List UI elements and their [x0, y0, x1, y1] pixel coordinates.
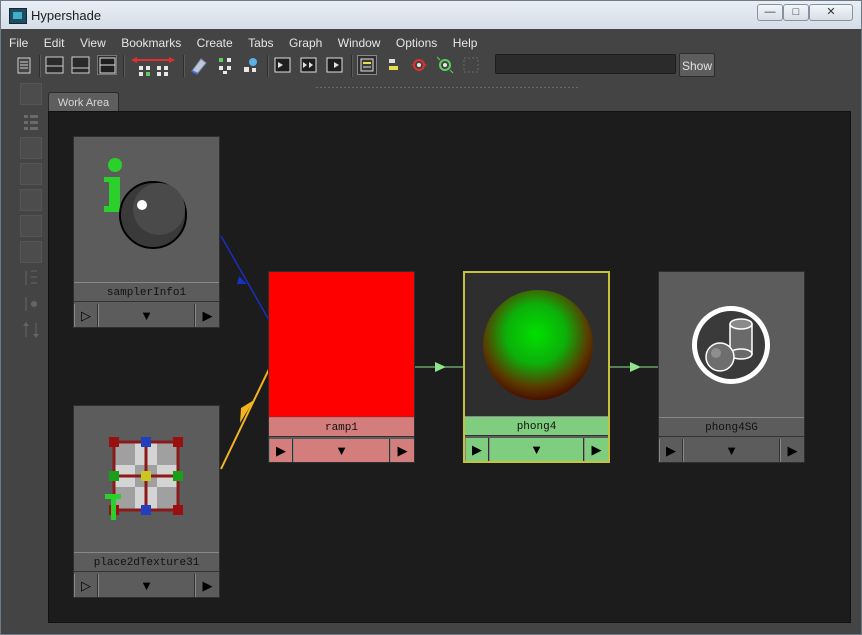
connection-samplerinfo-ramp	[220, 235, 270, 321]
ramp-swatch	[269, 272, 414, 417]
maya-app-icon	[9, 8, 27, 24]
input-port[interactable]: ▷	[74, 304, 98, 327]
sort-by-type-icon[interactable]	[20, 267, 42, 289]
menu-create[interactable]: Create	[197, 36, 233, 50]
menu-file[interactable]: File	[9, 36, 28, 50]
menu-window[interactable]: Window	[338, 36, 381, 50]
node-label: samplerInfo1	[74, 282, 219, 302]
place2d-texture-icon	[74, 406, 219, 552]
menu-graph[interactable]: Graph	[289, 36, 322, 50]
node-ports: ▷ ▼ ▶	[74, 574, 219, 597]
maximize-button[interactable]: □	[783, 4, 809, 21]
graph-input-output-icon[interactable]	[129, 55, 177, 76]
connection-place2d-ramp	[220, 366, 271, 470]
shading-group-icon	[659, 272, 804, 417]
frame-all-icon[interactable]	[435, 55, 455, 75]
search-input[interactable]	[495, 54, 676, 74]
node-ports: ▶ ▼ ▶	[465, 438, 608, 461]
input-output-connections-icon[interactable]	[299, 55, 319, 75]
node-samplerinfo1[interactable]: samplerInfo1 ▷ ▼ ▶	[73, 136, 220, 328]
add-selected-icon[interactable]	[241, 55, 261, 75]
graph-materials-icon[interactable]	[461, 55, 481, 75]
title-bar: Hypershade — □ ✕	[1, 1, 861, 29]
input-port[interactable]: ▷	[74, 574, 98, 597]
expand-attributes-button[interactable]: ▼	[683, 439, 780, 462]
node-ports: ▶ ▼ ▶	[269, 439, 414, 462]
swatch-large-icon[interactable]	[20, 189, 42, 211]
tab-work-area[interactable]: Work Area	[48, 92, 119, 112]
node-phong4[interactable]: phong4 ▶ ▼ ▶	[463, 271, 610, 463]
collapse-node-icon[interactable]	[383, 55, 403, 75]
output-connections-icon[interactable]	[325, 55, 345, 75]
node-label: phong4	[465, 416, 608, 436]
toggle-panel-icon[interactable]	[15, 55, 35, 75]
expand-attributes-button[interactable]: ▼	[293, 439, 390, 462]
sampler-info-icon	[74, 137, 219, 282]
input-port[interactable]: ▶	[465, 438, 489, 461]
menu-tabs[interactable]: Tabs	[248, 36, 273, 50]
swatch-medium-icon[interactable]	[20, 163, 42, 185]
node-phong4sg[interactable]: phong4SG ▶ ▼ ▶	[658, 271, 805, 463]
node-label: place2dTexture31	[74, 552, 219, 572]
node-place2dtexture31[interactable]: place2dTexture31 ▷ ▼ ▶	[73, 405, 220, 598]
clear-graph-icon[interactable]	[189, 55, 209, 75]
sort-by-name-icon[interactable]	[20, 241, 42, 263]
show-attributes-icon[interactable]	[357, 55, 377, 75]
output-port[interactable]: ▶	[195, 574, 219, 597]
connection-arrow-green-2	[630, 362, 641, 372]
input-port[interactable]: ▶	[269, 439, 293, 462]
minimize-button[interactable]: —	[757, 4, 783, 21]
swatch-xlarge-icon[interactable]	[20, 215, 42, 237]
node-label: phong4SG	[659, 417, 804, 437]
node-ramp1[interactable]: ramp1 ▶ ▼ ▶	[268, 271, 415, 463]
menu-view[interactable]: View	[80, 36, 106, 50]
rearrange-graph-icon[interactable]	[215, 55, 235, 75]
list-view-icon[interactable]	[20, 111, 42, 133]
menu-bar: File Edit View Bookmarks Create Tabs Gra…	[9, 34, 488, 52]
output-port[interactable]: ▶	[195, 304, 219, 327]
connection-arrow-green-1	[435, 362, 446, 372]
swatch-small-icon[interactable]	[20, 137, 42, 159]
output-port[interactable]: ▶	[584, 438, 608, 461]
node-label: ramp1	[269, 417, 414, 437]
graph-nodes-icon[interactable]	[20, 83, 42, 105]
expand-attributes-button[interactable]: ▼	[98, 304, 195, 327]
menu-options[interactable]: Options	[396, 36, 437, 50]
show-button[interactable]: Show	[679, 53, 715, 77]
output-port[interactable]: ▶	[390, 439, 414, 462]
work-area-canvas[interactable]: samplerInfo1 ▷ ▼ ▶ place2dTexture31 ▷ ▼ …	[48, 111, 851, 623]
phong-swatch	[465, 273, 608, 416]
frame-selected-icon[interactable]	[409, 55, 429, 75]
menu-help[interactable]: Help	[453, 36, 478, 50]
menu-edit[interactable]: Edit	[44, 36, 65, 50]
expand-attributes-button[interactable]: ▼	[98, 574, 195, 597]
layout-bottom-icon[interactable]	[71, 55, 91, 75]
toolbar: Show	[9, 53, 855, 79]
sort-by-time-icon[interactable]	[20, 293, 42, 315]
sort-reverse-icon[interactable]	[20, 319, 42, 341]
hypershade-window: Hypershade — □ ✕ File Edit View Bookmark…	[0, 0, 862, 635]
input-connections-icon[interactable]	[273, 55, 293, 75]
expand-attributes-button[interactable]: ▼	[489, 438, 584, 461]
output-port[interactable]: ▶	[780, 439, 804, 462]
panel-resize-handle[interactable]	[315, 86, 579, 89]
window-title: Hypershade	[31, 8, 102, 23]
menu-bookmarks[interactable]: Bookmarks	[121, 36, 181, 50]
close-button[interactable]: ✕	[809, 4, 853, 21]
input-port[interactable]: ▶	[659, 439, 683, 462]
node-ports: ▷ ▼ ▶	[74, 304, 219, 327]
layout-top-icon[interactable]	[45, 55, 65, 75]
node-ports: ▶ ▼ ▶	[659, 439, 804, 462]
layout-split-icon[interactable]	[97, 55, 117, 75]
